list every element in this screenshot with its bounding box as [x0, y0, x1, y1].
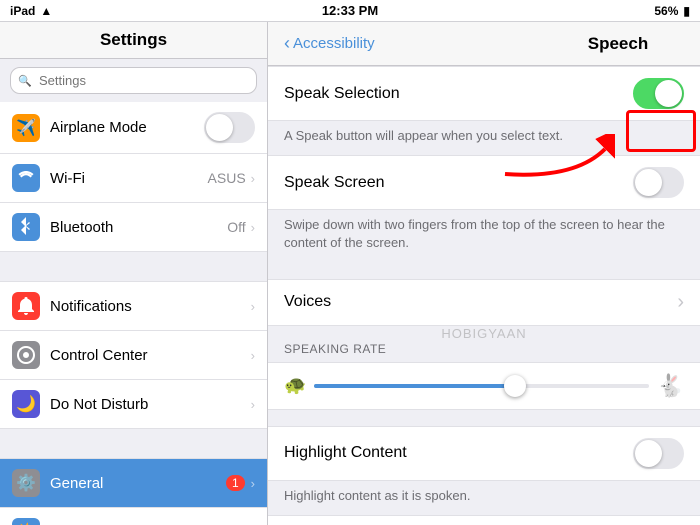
sidebar-item-general[interactable]: ⚙️ General 1 ›: [0, 459, 267, 508]
sidebar-list: ✈️ Airplane Mode Wi-Fi ASUS ›: [0, 102, 267, 525]
wifi-chevron: ›: [251, 171, 255, 186]
general-chevron: ›: [251, 476, 255, 491]
back-chevron-icon: ‹: [284, 34, 290, 52]
bluetooth-label: Bluetooth: [50, 219, 227, 236]
speak-screen-toggle[interactable]: [633, 167, 684, 198]
speak-selection-group: Speak Selection A Speak button will appe…: [268, 66, 700, 155]
notifications-label: Notifications: [50, 298, 251, 315]
bluetooth-value: Off: [227, 219, 245, 235]
divider-1: [0, 252, 267, 282]
speaking-rate-section: SPEAKING RATE 🐢 🐇: [268, 326, 700, 410]
donotdisturb-icon: 🌙: [12, 390, 40, 418]
speak-screen-row: Speak Screen: [268, 155, 700, 210]
status-time: 12:33 PM: [322, 3, 378, 18]
panel-title: Speech: [588, 34, 648, 54]
sidebar: Settings ✈️ Airplane Mode Wi-Fi ASUS: [0, 22, 268, 525]
status-bar: iPad ▲ 12:33 PM 56% ▮: [0, 0, 700, 22]
speak-selection-row: Speak Selection: [268, 66, 700, 121]
general-icon: ⚙️: [12, 469, 40, 497]
speak-screen-group: Speak Screen Swipe down with two fingers…: [268, 155, 700, 262]
voices-chevron: [677, 291, 684, 314]
status-left: iPad ▲: [10, 4, 52, 18]
sidebar-item-wifi[interactable]: Wi-Fi ASUS ›: [0, 154, 267, 203]
back-button[interactable]: ‹ Accessibility: [284, 35, 375, 52]
search-bar: [0, 59, 267, 102]
wifi-value: ASUS: [208, 170, 246, 186]
sidebar-item-notifications[interactable]: Notifications ›: [0, 282, 267, 331]
speak-screen-label: Speak Screen: [284, 174, 633, 192]
notifications-chevron: ›: [251, 299, 255, 314]
donotdisturb-label: Do Not Disturb: [50, 396, 251, 413]
content-area: Speak Selection A Speak button will appe…: [268, 66, 700, 525]
sidebar-title: Settings: [0, 22, 267, 59]
slider-turtle-icon: 🐢: [284, 375, 306, 396]
wifi-icon: ▲: [40, 4, 52, 18]
highlight-content-row: Highlight Content: [268, 426, 700, 481]
displaybrightness-icon: ☀️: [12, 518, 40, 525]
speak-selection-label: Speak Selection: [284, 85, 633, 103]
status-right: 56% ▮: [654, 4, 690, 18]
controlcenter-label: Control Center: [50, 347, 251, 364]
sidebar-item-controlcenter[interactable]: Control Center ›: [0, 331, 267, 380]
sidebar-item-donotdisturb[interactable]: 🌙 Do Not Disturb ›: [0, 380, 267, 429]
bluetooth-chevron: ›: [251, 220, 255, 235]
speak-autotext-group: Speak Auto-text Automatically speak auto…: [268, 515, 700, 525]
voices-group: Voices: [268, 279, 700, 326]
search-input[interactable]: [10, 67, 257, 94]
wifi-setting-icon: [12, 164, 40, 192]
sidebar-item-displaybrightness[interactable]: ☀️ Display & Brightness ›: [0, 508, 267, 525]
speaking-rate-slider-row: 🐢 🐇: [268, 362, 700, 410]
airplane-icon: ✈️: [12, 114, 40, 142]
back-label: Accessibility: [293, 35, 375, 52]
voices-row[interactable]: Voices: [268, 279, 700, 326]
bluetooth-icon: [12, 213, 40, 241]
battery-label: 56%: [654, 4, 678, 18]
voices-label: Voices: [284, 293, 677, 311]
highlight-content-group: Highlight Content Highlight content as i…: [268, 426, 700, 515]
slider-fill: [314, 384, 515, 388]
speak-selection-toggle[interactable]: [633, 78, 684, 109]
wifi-label: Wi-Fi: [50, 170, 208, 187]
controlcenter-icon: [12, 341, 40, 369]
controlcenter-chevron: ›: [251, 348, 255, 363]
divider-2: [0, 429, 267, 459]
donotdisturb-chevron: ›: [251, 397, 255, 412]
slider-track[interactable]: [314, 384, 648, 388]
highlight-content-label: Highlight Content: [284, 444, 633, 462]
airplane-label: Airplane Mode: [50, 119, 204, 136]
highlight-content-toggle[interactable]: [633, 438, 684, 469]
speak-screen-desc: Swipe down with two fingers from the top…: [268, 210, 700, 262]
general-badge: 1: [226, 475, 245, 491]
sidebar-item-airplane[interactable]: ✈️ Airplane Mode: [0, 102, 267, 154]
sidebar-item-bluetooth[interactable]: Bluetooth Off ›: [0, 203, 267, 252]
general-label: General: [50, 475, 226, 492]
nav-header: ‹ Accessibility Speech: [268, 22, 700, 66]
slider-rabbit-icon: 🐇: [657, 373, 684, 399]
slider-thumb[interactable]: [504, 375, 526, 397]
airplane-toggle[interactable]: [204, 112, 255, 143]
speak-selection-desc: A Speak button will appear when you sele…: [268, 121, 700, 155]
speaking-rate-header: SPEAKING RATE: [268, 326, 700, 362]
main-panel-wrapper: ‹ Accessibility Speech Speak Selectio: [268, 22, 700, 525]
speak-autotext-row: Speak Auto-text: [268, 515, 700, 525]
ipad-label: iPad: [10, 4, 35, 18]
highlight-content-desc: Highlight content as it is spoken.: [268, 481, 700, 515]
notifications-icon: [12, 292, 40, 320]
battery-icon: ▮: [683, 4, 690, 18]
